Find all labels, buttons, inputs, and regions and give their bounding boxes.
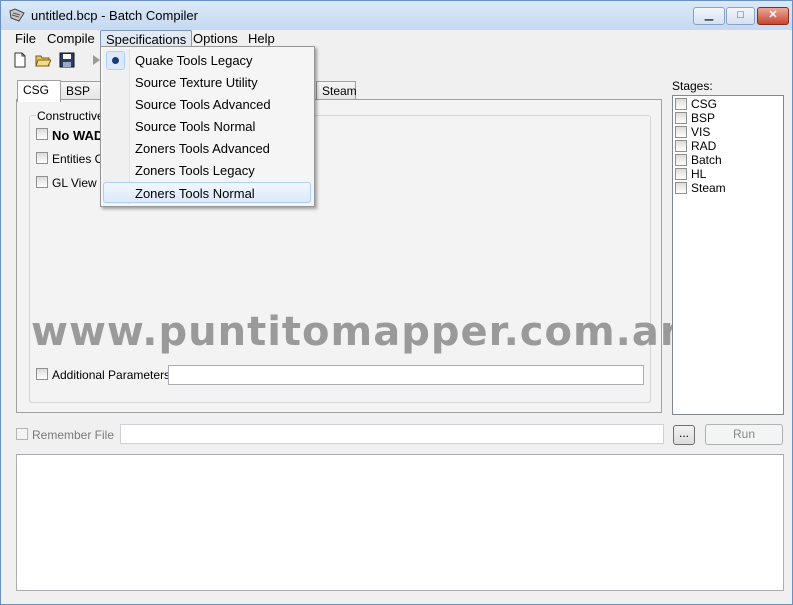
stage-steam-checkbox[interactable] bbox=[675, 182, 687, 194]
additional-parameters-label: Additional Parameters bbox=[52, 368, 171, 382]
tab-steam[interactable]: Steam bbox=[316, 81, 357, 101]
stage-rad-label: RAD bbox=[691, 139, 717, 153]
maximize-button[interactable]: □ bbox=[726, 7, 755, 25]
menu-item-label: Source Tools Normal bbox=[135, 119, 256, 134]
remember-file-checkbox[interactable] bbox=[16, 428, 28, 440]
spec-zoners-tools-legacy[interactable]: Zoners Tools Legacy bbox=[103, 160, 311, 181]
remember-file-label: Remember File bbox=[32, 428, 115, 442]
maximize-icon: □ bbox=[737, 9, 744, 21]
stage-csg-label: CSG bbox=[691, 97, 718, 111]
browse-button[interactable]: ... bbox=[673, 425, 695, 445]
close-button[interactable]: ✕ bbox=[757, 7, 789, 25]
gl-view-checkbox[interactable] bbox=[36, 176, 48, 188]
spec-quake-tools-legacy[interactable]: Quake Tools Legacy bbox=[103, 50, 311, 71]
stage-rad-checkbox[interactable] bbox=[675, 140, 687, 152]
remember-file-input[interactable] bbox=[120, 424, 664, 444]
menu-compile[interactable]: Compile bbox=[42, 30, 100, 49]
menu-item-label: Quake Tools Legacy bbox=[135, 53, 253, 68]
group-label: Constructive bbox=[36, 109, 105, 123]
menu-item-label: Source Texture Utility bbox=[135, 75, 258, 90]
stage-hl-label: HL bbox=[691, 167, 707, 181]
no-wad-label: No WAD bbox=[52, 128, 104, 143]
menu-item-label: Zoners Tools Advanced bbox=[135, 141, 270, 156]
stages-label: Stages: bbox=[672, 79, 713, 93]
spec-source-tools-advanced[interactable]: Source Tools Advanced bbox=[103, 94, 311, 115]
watermark: www.puntitomapper.com.ar bbox=[31, 309, 681, 355]
spec-zoners-tools-advanced[interactable]: Zoners Tools Advanced bbox=[103, 138, 311, 159]
stage-vis-label: VIS bbox=[691, 125, 711, 139]
output-log[interactable] bbox=[16, 454, 784, 591]
entities-only-checkbox[interactable] bbox=[36, 152, 48, 164]
additional-parameters-input[interactable] bbox=[168, 365, 644, 385]
stage-bsp-checkbox[interactable] bbox=[675, 112, 687, 124]
stage-steam-label: Steam bbox=[691, 181, 726, 195]
stage-batch-checkbox[interactable] bbox=[675, 154, 687, 166]
menu-item-label: Source Tools Advanced bbox=[135, 97, 271, 112]
stages-list: CSG BSP VIS RAD Batch HL Steam bbox=[672, 95, 784, 415]
menu-item-label: Zoners Tools Normal bbox=[135, 186, 255, 201]
close-icon: ✕ bbox=[768, 9, 778, 21]
open-folder-icon[interactable] bbox=[35, 52, 51, 68]
title-bar[interactable]: untitled.bcp - Batch Compiler ▁ □ ✕ bbox=[1, 1, 792, 30]
gl-view-label: GL View bbox=[52, 176, 97, 190]
minimize-icon: ▁ bbox=[704, 9, 714, 21]
spec-source-texture-utility[interactable]: Source Texture Utility bbox=[103, 72, 311, 93]
menu-item-label: Zoners Tools Legacy bbox=[135, 163, 255, 178]
additional-parameters-checkbox[interactable] bbox=[36, 368, 48, 380]
minimize-button[interactable]: ▁ bbox=[693, 7, 725, 25]
tab-csg[interactable]: CSG bbox=[17, 80, 61, 102]
no-wad-checkbox[interactable] bbox=[36, 128, 48, 140]
stage-hl-checkbox[interactable] bbox=[675, 168, 687, 180]
stage-batch-label: Batch bbox=[691, 153, 722, 167]
new-file-icon[interactable] bbox=[12, 52, 28, 68]
menu-file[interactable]: File bbox=[10, 30, 41, 49]
window-title: untitled.bcp - Batch Compiler bbox=[31, 8, 198, 23]
run-button[interactable]: Run bbox=[705, 424, 783, 445]
batch-compiler-window: untitled.bcp - Batch Compiler ▁ □ ✕ File… bbox=[0, 0, 793, 605]
stage-bsp-label: BSP bbox=[691, 111, 716, 125]
specifications-menu: Quake Tools Legacy Source Texture Utilit… bbox=[100, 46, 315, 207]
spec-source-tools-normal[interactable]: Source Tools Normal bbox=[103, 116, 311, 137]
save-icon[interactable] bbox=[59, 52, 75, 68]
stage-csg-checkbox[interactable] bbox=[675, 98, 687, 110]
radio-bullet-icon bbox=[112, 57, 119, 64]
spec-zoners-tools-normal[interactable]: Zoners Tools Normal bbox=[103, 182, 311, 203]
tab-bsp[interactable]: BSP bbox=[60, 81, 102, 101]
app-icon bbox=[9, 8, 25, 22]
stage-vis-checkbox[interactable] bbox=[675, 126, 687, 138]
